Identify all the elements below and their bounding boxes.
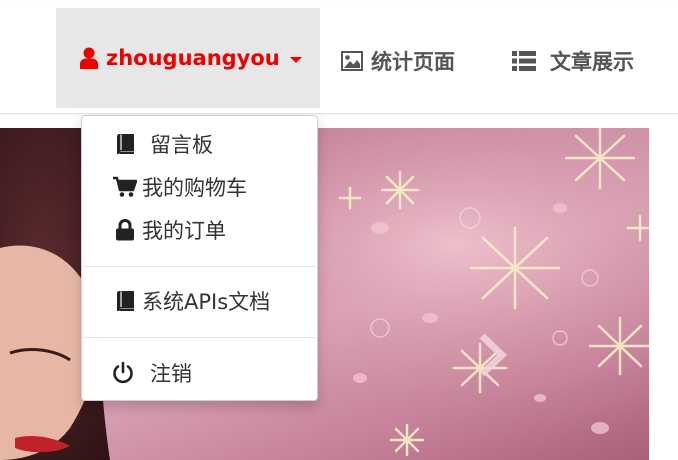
menu-item-label: 我的订单 [142, 219, 226, 243]
chevron-right-icon [479, 333, 508, 377]
menu-item-label: 注销 [150, 362, 192, 386]
menu-divider [83, 266, 316, 267]
nav-articles-label: 文章展示 [550, 49, 634, 74]
power-icon [110, 360, 136, 386]
menu-item-logout[interactable]: 注销 [82, 353, 317, 393]
user-menu-toggle[interactable]: zhouguangyou [56, 8, 320, 108]
menu-item-orders[interactable]: 我的订单 [82, 210, 317, 250]
user-dropdown-menu: 留言板 我的购物车 我的订单 系统APIs文档 注销 [81, 115, 318, 401]
nav-stats-label: 统计页面 [371, 49, 455, 74]
picture-icon [341, 50, 363, 71]
menu-divider [83, 337, 316, 338]
book-icon [112, 288, 138, 314]
menu-item-cart[interactable]: 我的购物车 [82, 167, 317, 207]
menu-item-label: 系统APIs文档 [142, 290, 271, 314]
menu-item-guestbook[interactable]: 留言板 [82, 124, 317, 164]
menu-item-label: 留言板 [150, 133, 213, 157]
nav-stats-link[interactable]: 统计页面 [341, 8, 455, 113]
menu-item-api-docs[interactable]: 系统APIs文档 [82, 281, 317, 321]
list-icon [512, 50, 536, 71]
shopping-cart-icon [112, 174, 138, 200]
carousel-next-button[interactable] [472, 330, 512, 380]
nav-articles-link[interactable]: 文章展示 [512, 8, 634, 113]
user-icon [80, 47, 98, 69]
username-label: zhouguangyou [106, 46, 280, 70]
lock-icon [112, 217, 138, 243]
menu-item-label: 我的购物车 [142, 176, 247, 200]
page: zhouguangyou 统计页面 文章展示 留言板 我的购物车 我的订单 系统… [0, 0, 678, 460]
book-icon [112, 131, 138, 157]
navbar: zhouguangyou 统计页面 文章展示 [0, 8, 678, 114]
caret-down-icon [289, 56, 302, 63]
